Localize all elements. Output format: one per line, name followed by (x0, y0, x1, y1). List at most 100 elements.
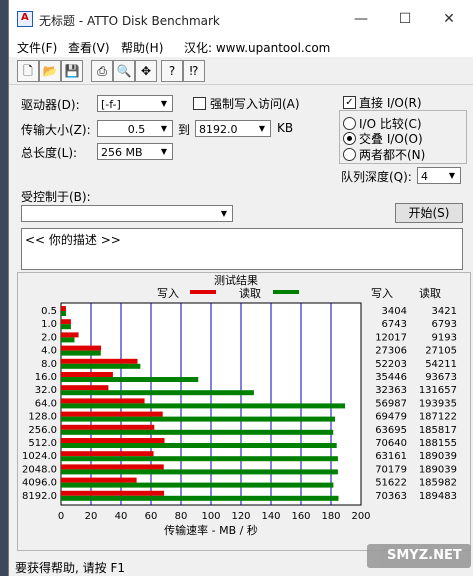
x-tick-label: 120 (231, 511, 250, 522)
x-tick-label: 40 (115, 511, 128, 522)
x-tick-label: 160 (291, 511, 310, 522)
row-label: 2048.0 (22, 464, 57, 475)
value-read: 185817 (419, 425, 457, 436)
bar-read (61, 311, 66, 316)
value-write: 63695 (375, 425, 407, 436)
value-read: 187122 (419, 412, 457, 423)
value-write: 6743 (382, 319, 407, 330)
value-read: 189039 (419, 464, 457, 475)
value-write: 70640 (375, 438, 407, 449)
row-label: 16.0 (35, 372, 57, 383)
x-tick-label: 140 (261, 511, 280, 522)
value-read: 189039 (419, 451, 457, 462)
bar-write (61, 424, 155, 430)
row-label: 2.0 (41, 332, 57, 343)
value-write: 70363 (375, 491, 407, 502)
value-read: 6793 (432, 319, 457, 330)
value-write: 69479 (375, 412, 407, 423)
legend-read-label: 读取 (239, 286, 261, 300)
row-label: 1.0 (41, 319, 57, 330)
value-read: 193935 (419, 398, 457, 409)
bar-write (61, 385, 109, 391)
value-write: 63161 (375, 451, 407, 462)
value-read: 185982 (419, 478, 457, 489)
row-label: 4096.0 (22, 478, 57, 489)
row-label: 512.0 (28, 438, 57, 449)
bar-read (61, 403, 346, 409)
bar-write (61, 464, 164, 470)
bar-read (61, 416, 336, 422)
x-tick-label: 180 (321, 511, 340, 522)
row-label: 32.0 (35, 385, 57, 396)
value-read: 3421 (432, 306, 457, 317)
watermark-text: SMYZ.NET (387, 548, 462, 563)
bar-read (61, 337, 75, 343)
bar-write (61, 372, 113, 377)
value-write: 70179 (375, 464, 407, 475)
bar-read (61, 429, 334, 435)
watermark-logo: SMYZ.NET (367, 544, 471, 568)
app-window: A 无标题 - ATTO Disk Benchmark — ☐ ✕ 文件(F) … (8, 0, 473, 576)
bar-write (61, 438, 165, 443)
legend-write-label: 写入 (157, 287, 179, 300)
row-label: 0.5 (41, 306, 57, 317)
x-axis-label: 传输速率 - MB / 秒 (164, 523, 258, 537)
x-tick-label: 200 (351, 511, 370, 522)
bar-read (61, 350, 101, 356)
legend-read-swatch (273, 290, 299, 294)
value-read: 9193 (432, 332, 457, 343)
value-read: 27105 (425, 346, 457, 357)
value-read: 188155 (419, 438, 457, 449)
row-label: 4.0 (41, 346, 57, 357)
bar-write (61, 477, 137, 483)
status-text: 要获得帮助, 请按 F1 (15, 561, 125, 575)
value-write: 52203 (375, 359, 407, 370)
bar-write (61, 451, 154, 457)
row-label: 128.0 (28, 412, 57, 423)
bar-write (61, 345, 102, 351)
bar-write (61, 319, 71, 325)
bar-write (61, 332, 79, 338)
row-label: 256.0 (28, 425, 57, 436)
bar-write (61, 306, 66, 311)
bar-read (61, 469, 338, 475)
value-read: 93673 (425, 372, 457, 383)
x-tick-label: 0 (58, 511, 64, 522)
value-read: 54211 (425, 359, 457, 370)
value-read: 131657 (419, 385, 457, 396)
value-write: 32363 (375, 385, 407, 396)
bar-read (61, 495, 339, 501)
row-label: 8.0 (41, 359, 57, 370)
bar-read (61, 443, 337, 448)
chart-title: 测试结果 (214, 274, 258, 287)
value-write: 3404 (382, 306, 407, 317)
value-read: 189483 (419, 491, 457, 502)
legend-write-swatch (190, 290, 216, 294)
value-write: 12017 (375, 332, 407, 343)
x-tick-label: 80 (175, 511, 188, 522)
desktop-background (0, 0, 8, 576)
x-tick-label: 100 (201, 511, 220, 522)
column-header-read: 读取 (419, 286, 441, 300)
value-write: 27306 (375, 346, 407, 357)
x-tick-label: 20 (85, 511, 98, 522)
bar-write (61, 490, 165, 496)
x-tick-label: 60 (145, 511, 158, 522)
column-header-write: 写入 (371, 287, 393, 300)
bar-read (61, 377, 199, 382)
bar-write (61, 358, 138, 364)
bar-read (61, 363, 141, 369)
bar-read (61, 324, 71, 330)
bar-read (61, 456, 338, 462)
row-label: 1024.0 (22, 451, 57, 462)
value-write: 35446 (375, 372, 407, 383)
bar-write (61, 398, 145, 404)
results-chart: 测试结果写入 读取 写入 读取 0 20 40 60 80 100 120 140 160 180 200 传… (22, 274, 457, 537)
bar-read (61, 390, 254, 396)
value-write: 56987 (375, 398, 407, 409)
bar-read (61, 482, 334, 488)
row-label: 64.0 (35, 398, 57, 409)
row-label: 8192.0 (22, 491, 57, 502)
bar-write (61, 411, 163, 417)
value-write: 51622 (375, 478, 407, 489)
